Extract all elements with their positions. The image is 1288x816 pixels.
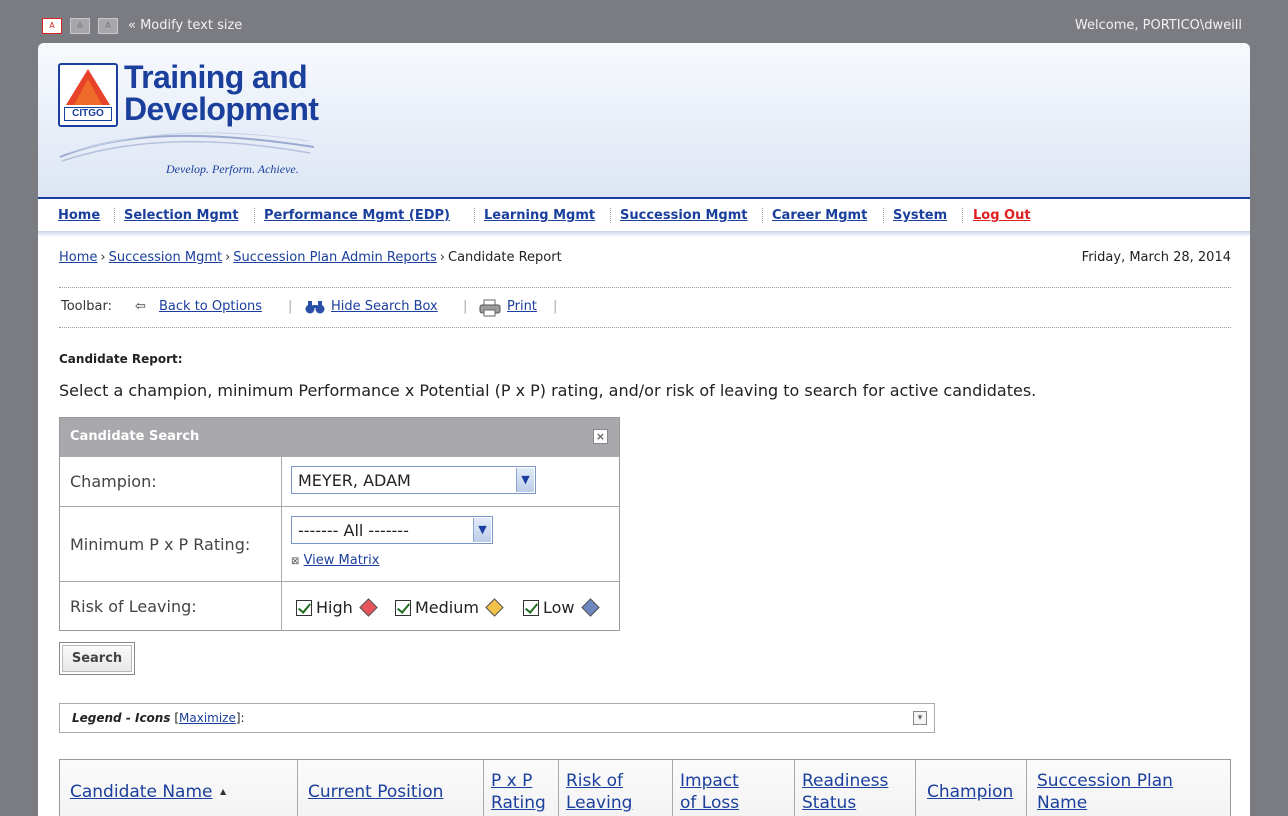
col-readiness-status[interactable]: Readiness Status [802,770,888,814]
view-matrix-link[interactable]: View Matrix [304,553,380,568]
nav-succession-mgmt[interactable]: Succession Mgmt [620,208,748,223]
chevron-down-icon: ▼ [516,468,534,492]
printer-icon[interactable] [479,299,501,321]
pxp-row: Minimum P x P Rating: ------- All ------… [60,506,619,581]
risk-low-label: Low [543,598,575,617]
modify-text-size-label: « Modify text size [128,18,243,33]
low-risk-diamond-icon [580,598,600,617]
col-risk-of-leaving[interactable]: Risk of Leaving [566,770,632,814]
breadcrumb-home[interactable]: Home [59,250,97,265]
risk-row: Risk of Leaving: High Medium Low [60,581,619,631]
nav-career-mgmt[interactable]: Career Mgmt [772,208,867,223]
nav-system[interactable]: System [893,208,947,223]
risk-medium-checkbox[interactable]: Medium [395,598,504,617]
high-risk-diamond-icon [359,598,378,617]
champion-row: Champion: MEYER, ADAM ▼ [60,456,619,506]
nav-log-out[interactable]: Log Out [973,208,1031,223]
brand-title: Training and Development [124,59,319,127]
search-button-label: Search [62,645,132,672]
text-size-medium-button[interactable]: A [70,18,90,34]
swoosh-icon [59,132,315,162]
breadcrumb-succession-mgmt[interactable]: Succession Mgmt [109,250,223,265]
citgo-logo: CITGO [58,63,118,127]
toolbar-label: Toolbar: [61,299,112,314]
col-current-position[interactable]: Current Position [308,781,443,803]
nav-home[interactable]: Home [58,208,100,223]
risk-medium-label: Medium [415,598,479,617]
breadcrumb-current: Candidate Report [448,250,562,265]
hide-search-box-link[interactable]: Hide Search Box [331,299,438,314]
view-matrix: ⊠ View Matrix [291,553,379,568]
nav-performance-mgmt[interactable]: Performance Mgmt (EDP) [264,208,450,223]
pxp-label: Minimum P x P Rating: [70,535,251,554]
search-box-header: Candidate Search × [60,418,619,456]
popup-icon: ⊠ [291,556,300,567]
breadcrumb-admin-reports[interactable]: Succession Plan Admin Reports [233,250,437,265]
champion-select[interactable]: MEYER, ADAM ▼ [291,466,536,494]
search-button[interactable]: Search [59,642,135,675]
risk-low-checkbox[interactable]: Low [523,598,600,617]
print-link[interactable]: Print [507,299,537,314]
sort-asc-icon: ▲ [220,787,227,796]
nav-learning-mgmt[interactable]: Learning Mgmt [484,208,595,223]
back-arrow-icon[interactable]: ⇦ [135,299,146,314]
binoculars-icon[interactable] [305,299,325,319]
expand-icon[interactable]: ▾ [913,711,927,725]
main-panel: CITGO Training and Development Develop. … [38,43,1250,816]
candidate-search-box: Candidate Search × Champion: MEYER, ADAM… [59,417,620,631]
brand-title-line1: Training and [124,59,308,95]
close-icon[interactable]: × [593,429,608,444]
col-succession-plan-name[interactable]: Succession Plan Name [1037,770,1173,814]
chevron-down-icon: ▼ [473,518,491,542]
logo-text: CITGO [64,107,112,121]
brand-title-line2: Development [124,91,319,127]
legend-label: Legend - Icons [72,711,171,725]
main-nav: Home Selection Mgmt Performance Mgmt (ED… [38,201,1250,231]
champion-value: MEYER, ADAM [298,471,411,490]
text-size-large-button[interactable]: A [98,18,118,34]
champion-label: Champion: [70,472,157,491]
medium-risk-diamond-icon [485,598,504,617]
results-table-header: Candidate Name ▲ Current Position P x PR… [59,759,1231,816]
tagline: Develop. Perform. Achieve. [166,162,299,176]
col-champion[interactable]: Champion [927,781,1013,803]
search-box-title: Candidate Search [70,429,200,444]
current-date: Friday, March 28, 2014 [1081,250,1231,265]
header-banner: CITGO Training and Development Develop. … [38,43,1250,199]
instructions-text: Select a champion, minimum Performance x… [59,381,1037,400]
col-impact-of-loss[interactable]: Impact of Loss [680,770,739,814]
risk-high-checkbox[interactable]: High [296,598,378,617]
risk-label: Risk of Leaving: [70,597,197,616]
text-size-small-button[interactable]: A [42,18,62,34]
trimark-icon [66,69,110,105]
col-pxp-rating[interactable]: P x P Rating [491,770,546,814]
pxp-select[interactable]: ------- All ------- ▼ [291,516,493,544]
col-candidate-name[interactable]: Candidate Name [70,781,212,803]
breadcrumb: Home › Succession Mgmt › Succession Plan Adm… [59,250,562,265]
back-to-options-link[interactable]: Back to Options [159,299,262,314]
welcome-text: Welcome, PORTICO\dweill [1074,18,1242,33]
top-bar: A A A « Modify text size Welcome, PORTIC… [0,0,1288,44]
pxp-value: ------- All ------- [298,521,409,540]
report-title: Candidate Report: [59,352,183,366]
legend-bar: Legend - Icons [Maximize]: ▾ [59,703,935,733]
risk-high-label: High [316,598,353,617]
nav-selection-mgmt[interactable]: Selection Mgmt [124,208,239,223]
legend-close-bracket: ]: [235,711,245,725]
legend-maximize-link[interactable]: Maximize [179,711,236,725]
